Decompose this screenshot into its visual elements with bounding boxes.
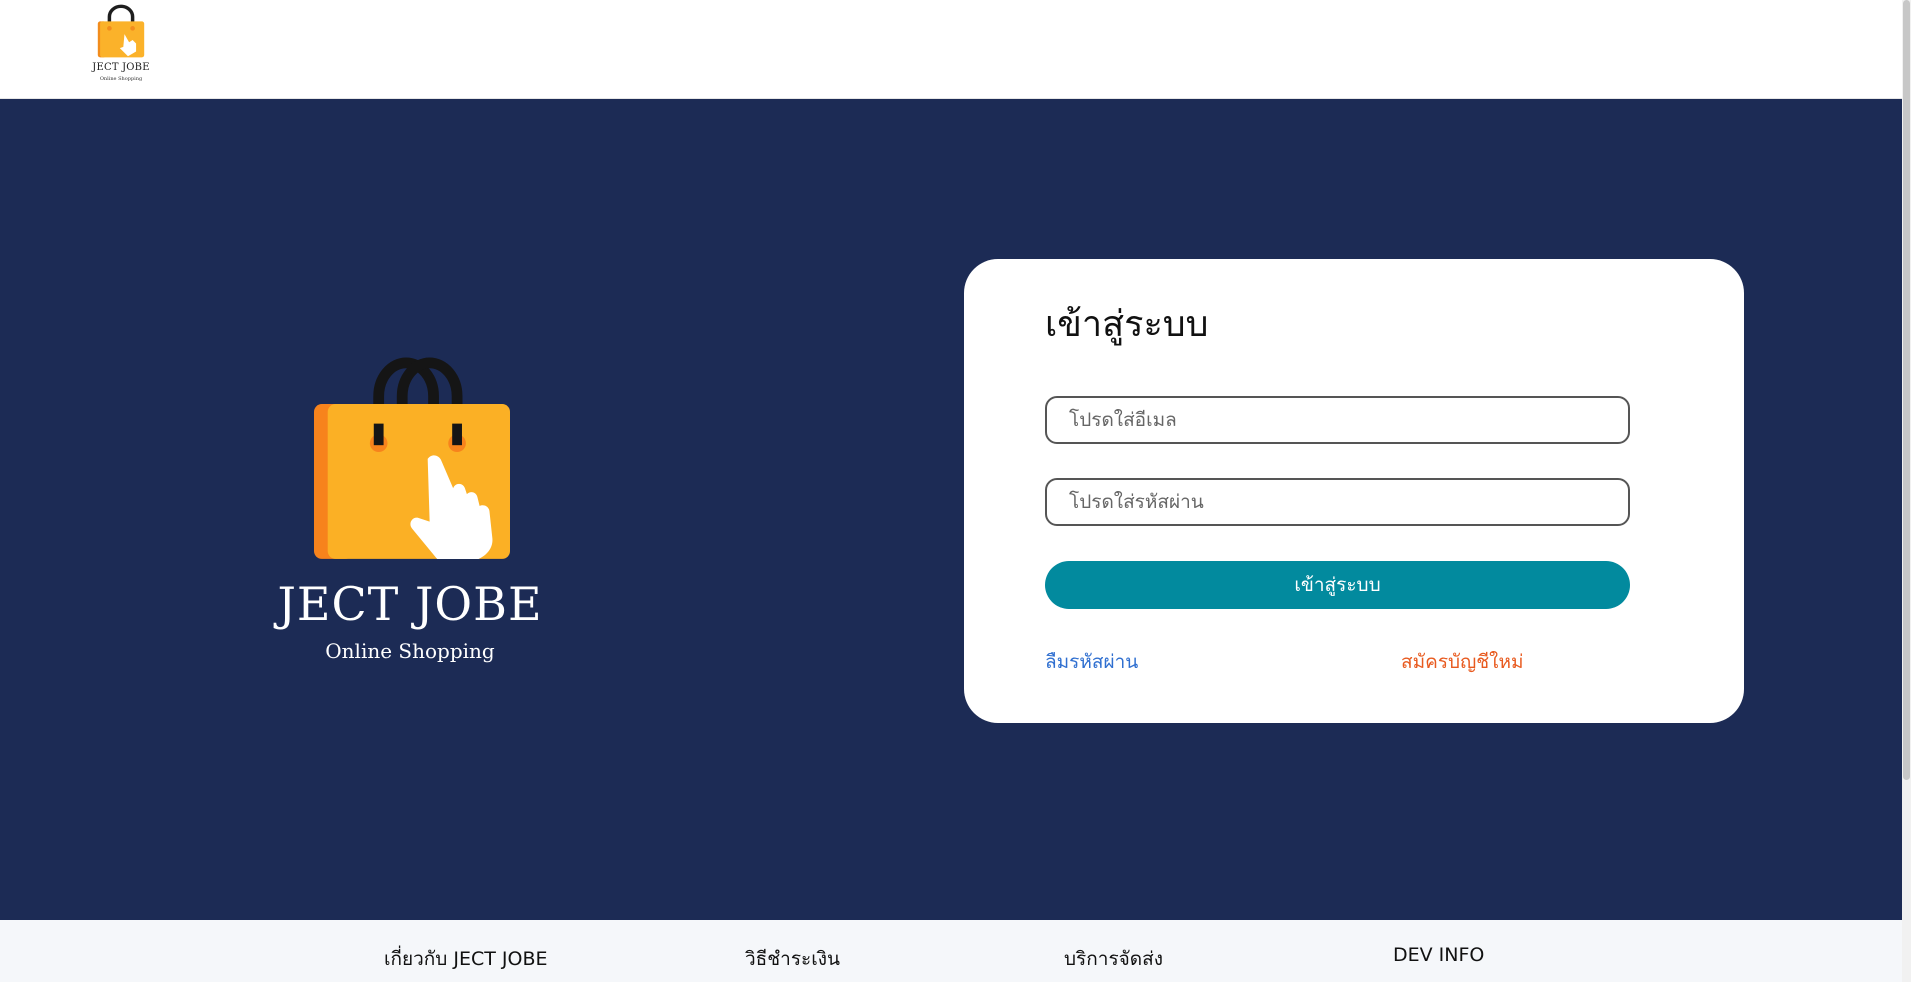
footer-item-shipping[interactable]: บริการจัดส่ง	[1064, 944, 1163, 974]
footer-item-payment[interactable]: วิธีชำระเงิน	[745, 944, 840, 974]
login-submit-button[interactable]: เข้าสู่ระบบ	[1045, 561, 1630, 609]
hero-brand-tagline: Online Shopping	[325, 639, 495, 663]
header-brand-tagline: Online Shopping	[99, 76, 143, 82]
shopping-bag-hand-icon	[97, 4, 145, 58]
header-brand-name: JECT JOBE	[92, 62, 150, 73]
register-link[interactable]: สมัครบัญชีใหม่	[1401, 647, 1524, 677]
forgot-password-link[interactable]: ลืมรหัสผ่าน	[1045, 647, 1138, 677]
hero-logo: JECT JOBE Online Shopping	[270, 349, 550, 679]
login-card: เข้าสู่ระบบ เข้าสู่ระบบ ลืมรหัสผ่าน สมัค…	[964, 259, 1744, 723]
footer-item-dev-info[interactable]: DEV INFO	[1393, 944, 1484, 966]
header: JECT JOBE Online Shopping	[0, 0, 1902, 99]
login-title: เข้าสู่ระบบ	[1045, 304, 1209, 345]
scrollbar-thumb[interactable]	[1903, 0, 1910, 780]
hero-brand-name: JECT JOBE	[277, 577, 543, 631]
shopping-bag-hand-icon	[314, 357, 510, 559]
footer: เกี่ยวกับ JECT JOBE วิธีชำระเงิน บริการจ…	[0, 920, 1902, 982]
email-input[interactable]	[1045, 396, 1630, 444]
header-logo[interactable]: JECT JOBE Online Shopping	[88, 4, 154, 86]
password-input[interactable]	[1045, 478, 1630, 526]
page-scrollbar[interactable]	[1902, 0, 1911, 982]
footer-item-about[interactable]: เกี่ยวกับ JECT JOBE	[384, 944, 548, 974]
hero-section: JECT JOBE Online Shopping เข้าสู่ระบบ เข…	[0, 99, 1902, 920]
login-page: JECT JOBE Online Shopping JECT JOBE Onli…	[0, 0, 1911, 982]
